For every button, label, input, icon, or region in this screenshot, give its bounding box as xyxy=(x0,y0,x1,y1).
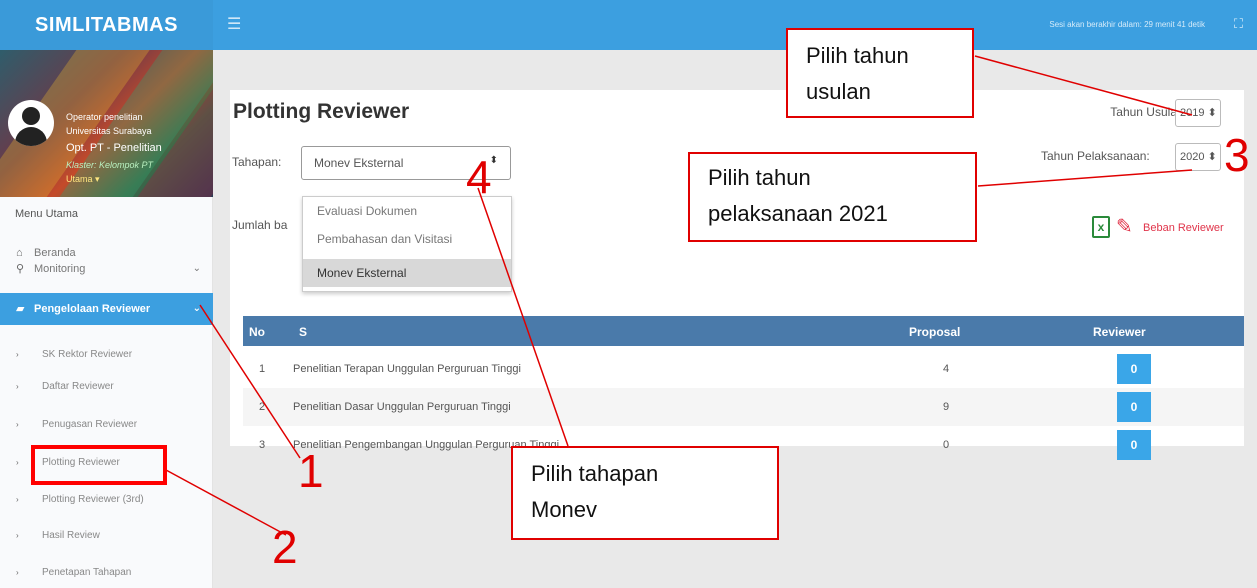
pointer-line-usulan xyxy=(974,55,1193,116)
step-number-4: 4 xyxy=(466,151,492,203)
callout-tahapan: Pilih tahapan Monev xyxy=(511,446,779,540)
pointer-line-1 xyxy=(199,304,301,459)
callout-tahun-pelaksanaan: Pilih tahun pelaksanaan 2021 xyxy=(688,152,977,242)
pointer-line-4 xyxy=(477,187,569,447)
pointer-line-pelaksanaan xyxy=(977,169,1193,187)
step-number-1: 1 xyxy=(298,445,324,497)
step-number-3: 3 xyxy=(1224,129,1250,181)
pointer-line-2 xyxy=(165,469,287,536)
callout-tahun-usulan: Pilih tahun usulan xyxy=(786,28,974,118)
plotting-reviewer-highlight xyxy=(31,445,167,485)
step-number-2: 2 xyxy=(272,521,298,573)
